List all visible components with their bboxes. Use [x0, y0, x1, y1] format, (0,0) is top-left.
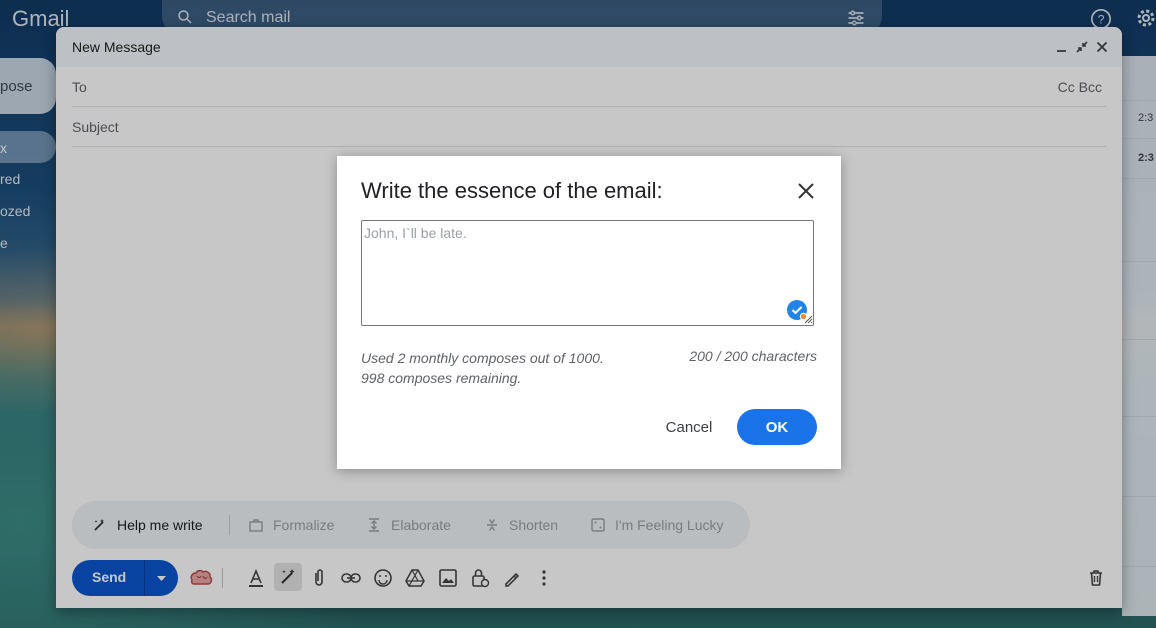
character-counter: 200 / 200 characters — [689, 348, 817, 364]
usage-info: Used 2 monthly composes out of 1000. 998… — [361, 348, 604, 388]
usage-line-2: 998 composes remaining. — [361, 370, 522, 386]
compose-ai-dialog: Write the essence of the email: Used 2 m… — [337, 156, 841, 469]
ok-button[interactable]: OK — [737, 409, 817, 445]
cancel-button[interactable]: Cancel — [657, 409, 721, 445]
email-essence-input[interactable] — [361, 220, 814, 326]
dialog-title: Write the essence of the email: — [361, 178, 663, 203]
close-icon[interactable] — [795, 180, 817, 202]
resize-handle-icon[interactable] — [804, 315, 813, 324]
usage-line-1: Used 2 monthly composes out of 1000. — [361, 350, 604, 366]
